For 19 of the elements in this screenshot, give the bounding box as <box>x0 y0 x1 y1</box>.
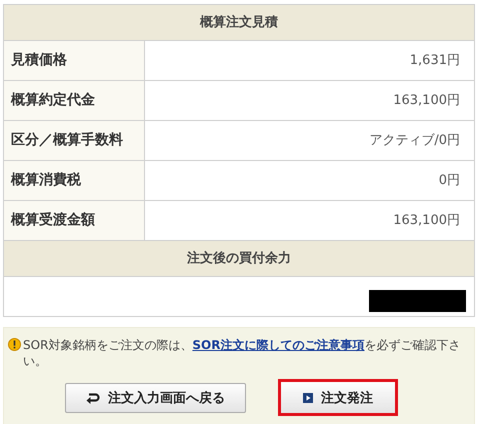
back-button[interactable]: 注文入力画面へ戻る <box>65 382 246 412</box>
notice-link[interactable]: SOR注文に際してのご注意事項 <box>192 338 364 352</box>
row-label: 区分／概算手数料 <box>4 121 145 160</box>
row-value: 1,631円 <box>408 52 461 70</box>
row-value: 0円 <box>438 172 461 190</box>
row-value: アクティブ/0円 <box>368 132 461 150</box>
table-heading: 概算注文見積 <box>4 5 474 41</box>
row-label: 概算消費税 <box>4 161 145 200</box>
play-icon <box>303 392 313 402</box>
row-label: 概算約定代金 <box>4 81 145 120</box>
row-value: 163,100円 <box>392 92 461 110</box>
row-label: 概算受渡金額 <box>4 201 145 240</box>
warning-icon <box>8 338 21 351</box>
return-arrow-icon <box>86 392 100 404</box>
row-label: 見積価格 <box>4 41 145 80</box>
notice-text: SOR対象銘柄をご注文の際は、SOR注文に際してのご注意事項を必ずご確認下さい。 <box>23 337 462 369</box>
table-heading: 注文後の買付余力 <box>4 241 474 277</box>
row-value: 163,100円 <box>392 212 461 230</box>
order-button[interactable]: 注文発注 <box>278 379 398 416</box>
